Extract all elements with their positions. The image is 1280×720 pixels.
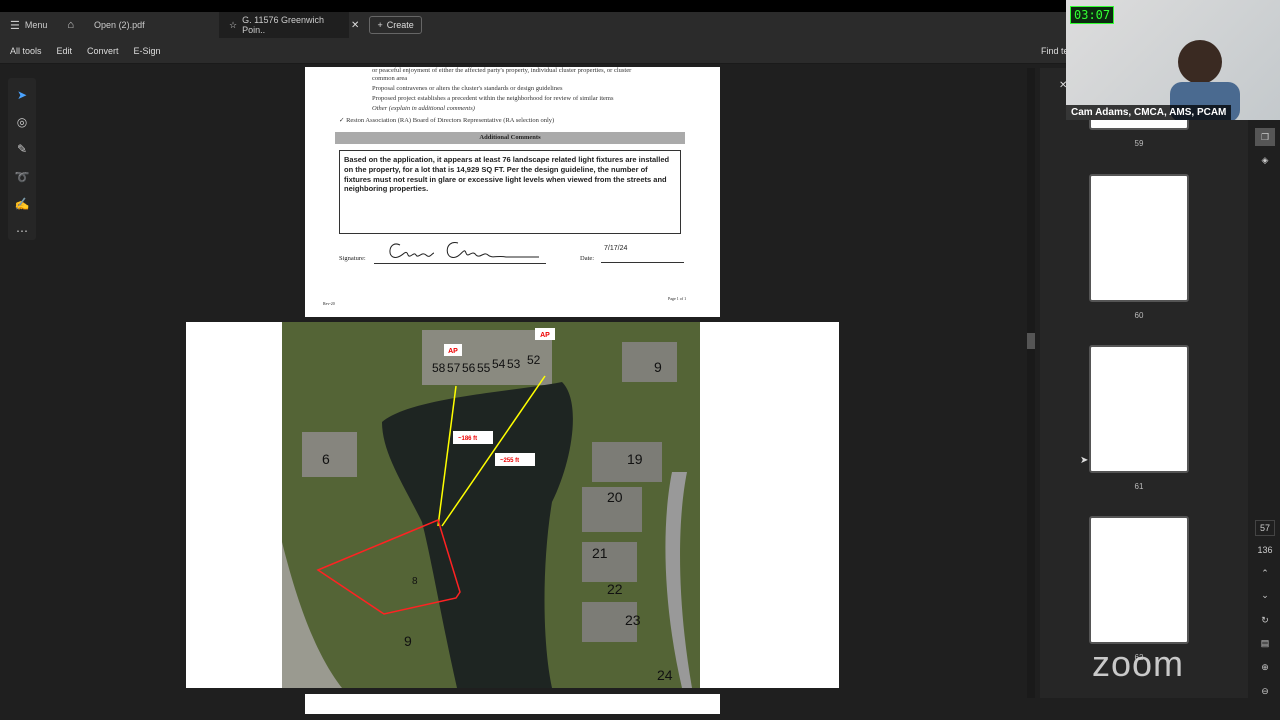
- lot-number: 52: [527, 353, 541, 367]
- map-label-ap-1: AP: [444, 344, 462, 356]
- more-icon[interactable]: ⋯: [12, 223, 32, 240]
- current-page[interactable]: 57: [1255, 520, 1275, 536]
- hamburger-icon: ☰: [10, 19, 20, 32]
- pdf-page-form: or peaceful enjoyment of either the affe…: [305, 67, 720, 317]
- convert-menu[interactable]: Convert: [87, 46, 119, 56]
- svg-text:AP: AP: [540, 332, 550, 339]
- svg-text:~186 ft: ~186 ft: [458, 436, 477, 442]
- lot-number: 6: [322, 451, 330, 467]
- lot-number: 56: [462, 361, 476, 375]
- create-button[interactable]: + Create: [369, 16, 422, 34]
- page-thumbnail[interactable]: [1089, 174, 1189, 302]
- layers-icon[interactable]: ◈: [1255, 155, 1275, 166]
- aerial-map: AP AP ~186 ft ~255 ft 58 57 56 55 54 53 …: [282, 322, 700, 688]
- scrollbar-thumb[interactable]: [1027, 333, 1035, 349]
- pdf-page-next: [305, 694, 720, 714]
- stamp-icon[interactable]: ✍: [12, 195, 32, 212]
- page-up-icon[interactable]: ⌃: [1255, 568, 1275, 579]
- lot-number: 20: [607, 489, 623, 505]
- signature: [374, 237, 546, 264]
- lot-number: 22: [607, 581, 623, 597]
- select-cursor-icon[interactable]: ➤: [12, 86, 32, 103]
- map-label-ap-2: AP: [535, 328, 555, 340]
- tab-active-document[interactable]: ☆ G. 11576 Greenwich Poin..: [219, 12, 350, 38]
- svg-text:~255 ft: ~255 ft: [500, 458, 519, 464]
- find-text-button[interactable]: Find te: [1041, 46, 1069, 56]
- timer: 03:07: [1070, 6, 1115, 24]
- svg-text:AP: AP: [448, 348, 458, 355]
- lot-number: 9: [654, 359, 662, 375]
- document-scrollbar[interactable]: [1027, 68, 1035, 698]
- lot-number: 19: [627, 451, 643, 467]
- page-fit-icon[interactable]: ▤: [1255, 638, 1275, 649]
- lot-number: 9: [404, 633, 412, 649]
- home-icon: ⌂: [67, 19, 75, 31]
- tool-rail: ➤ ◎ ✎ ➰ ✍ ⋯: [8, 78, 36, 240]
- tab-open-file[interactable]: Open (2).pdf: [84, 12, 219, 38]
- lot-number: 8: [412, 576, 418, 587]
- pdf-page-map: AP AP ~186 ft ~255 ft 58 57 56 55 54 53 …: [186, 322, 839, 688]
- right-rail: [1252, 120, 1280, 720]
- lot-number: 24: [657, 667, 673, 683]
- additional-comments-box: Based on the application, it appears at …: [339, 150, 681, 234]
- menu-button[interactable]: ☰ Menu: [0, 12, 57, 38]
- zoom-out-icon[interactable]: ⊖: [1255, 686, 1275, 697]
- close-tab-icon[interactable]: ✕: [351, 20, 359, 31]
- lot-number: 57: [447, 361, 461, 375]
- lot-number: 55: [477, 361, 491, 375]
- home-button[interactable]: ⌂: [57, 12, 84, 38]
- page-thumbnail[interactable]: [1089, 516, 1189, 644]
- date-field: 7/17/24: [601, 245, 684, 263]
- participant-name: Cam Adams, CMCA, AMS, PCAM: [1066, 105, 1232, 120]
- all-tools-menu[interactable]: All tools: [10, 46, 42, 56]
- page-thumbnail[interactable]: [1089, 345, 1189, 473]
- mouse-cursor-icon: ➤: [1080, 455, 1089, 466]
- zoom-in-icon[interactable]: ⊕: [1255, 662, 1275, 673]
- rotate-icon[interactable]: ↻: [1255, 615, 1275, 626]
- map-label-distance-2: ~255 ft: [495, 453, 535, 466]
- lot-number: 23: [625, 612, 641, 628]
- pen-icon[interactable]: ✎: [12, 141, 32, 158]
- total-pages: 136: [1257, 545, 1273, 555]
- lot-number: 54: [492, 357, 506, 371]
- zoom-logo: zoom: [1092, 643, 1185, 684]
- thumbnails-icon[interactable]: ❐: [1255, 128, 1275, 146]
- lot-number: 58: [432, 361, 446, 375]
- esign-menu[interactable]: E-Sign: [134, 46, 161, 56]
- page-down-icon[interactable]: ⌄: [1255, 590, 1275, 601]
- comments-header: Additional Comments: [335, 132, 685, 144]
- comment-icon[interactable]: ◎: [12, 113, 32, 130]
- lasso-icon[interactable]: ➰: [12, 168, 32, 185]
- video-overlay: 03:07 Cam Adams, CMCA, AMS, PCAM: [1066, 0, 1280, 120]
- lot-number: 21: [592, 545, 608, 561]
- edit-menu[interactable]: Edit: [57, 46, 73, 56]
- star-icon: ☆: [229, 19, 238, 30]
- lot-number: 53: [507, 357, 521, 371]
- map-label-distance-1: ~186 ft: [453, 431, 493, 444]
- plus-icon: +: [377, 20, 383, 30]
